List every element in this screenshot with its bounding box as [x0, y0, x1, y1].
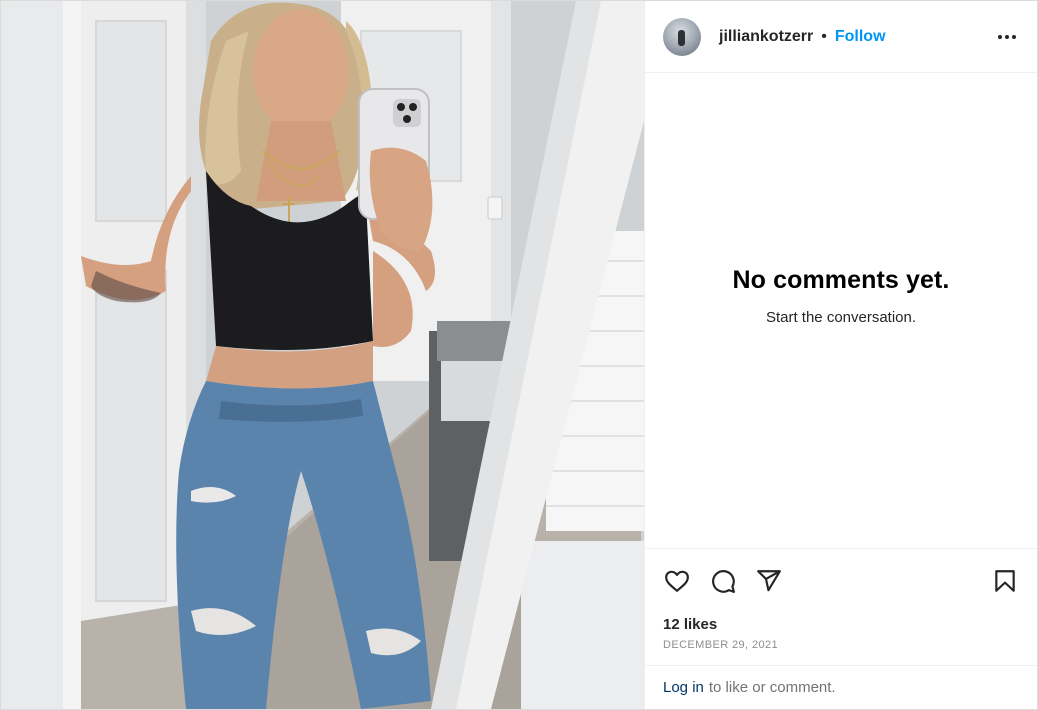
follow-button[interactable]: Follow: [835, 28, 886, 46]
login-prompt: Log in to like or comment.: [645, 665, 1037, 709]
post-sidebar: jilliankotzerr • Follow No comments yet.…: [644, 1, 1037, 709]
mirror-selfie-image: [1, 1, 644, 709]
instagram-post: jilliankotzerr • Follow No comments yet.…: [0, 0, 1038, 710]
more-options-icon[interactable]: [995, 25, 1019, 49]
separator-dot: •: [821, 27, 827, 45]
login-link[interactable]: Log in: [663, 679, 704, 696]
like-button[interactable]: [663, 567, 691, 595]
post-date: DECEMBER 29, 2021: [663, 639, 779, 651]
comments-area: No comments yet. Start the conversation.: [645, 73, 1037, 548]
more-dot: [1012, 34, 1016, 39]
bookmark-icon: [995, 569, 1015, 592]
avatar[interactable]: [663, 17, 701, 56]
likes-count[interactable]: 12 likes: [645, 616, 1037, 633]
heart-icon: [665, 570, 689, 592]
comment-icon: [712, 569, 735, 593]
no-comments-subtitle: Start the conversation.: [765, 308, 917, 326]
post-photo[interactable]: [1, 1, 644, 709]
more-dot: [1005, 34, 1009, 39]
comment-button[interactable]: [709, 567, 737, 595]
share-icon: [757, 569, 781, 591]
username-link[interactable]: jilliankotzerr: [719, 28, 813, 46]
more-dot: [998, 34, 1002, 39]
login-suffix: to like or comment.: [708, 679, 836, 696]
share-button[interactable]: [755, 567, 783, 595]
no-comments-title: No comments yet.: [732, 265, 950, 294]
save-button[interactable]: [991, 567, 1019, 595]
action-bar: [645, 548, 1037, 612]
post-header: jilliankotzerr • Follow: [645, 1, 1037, 73]
